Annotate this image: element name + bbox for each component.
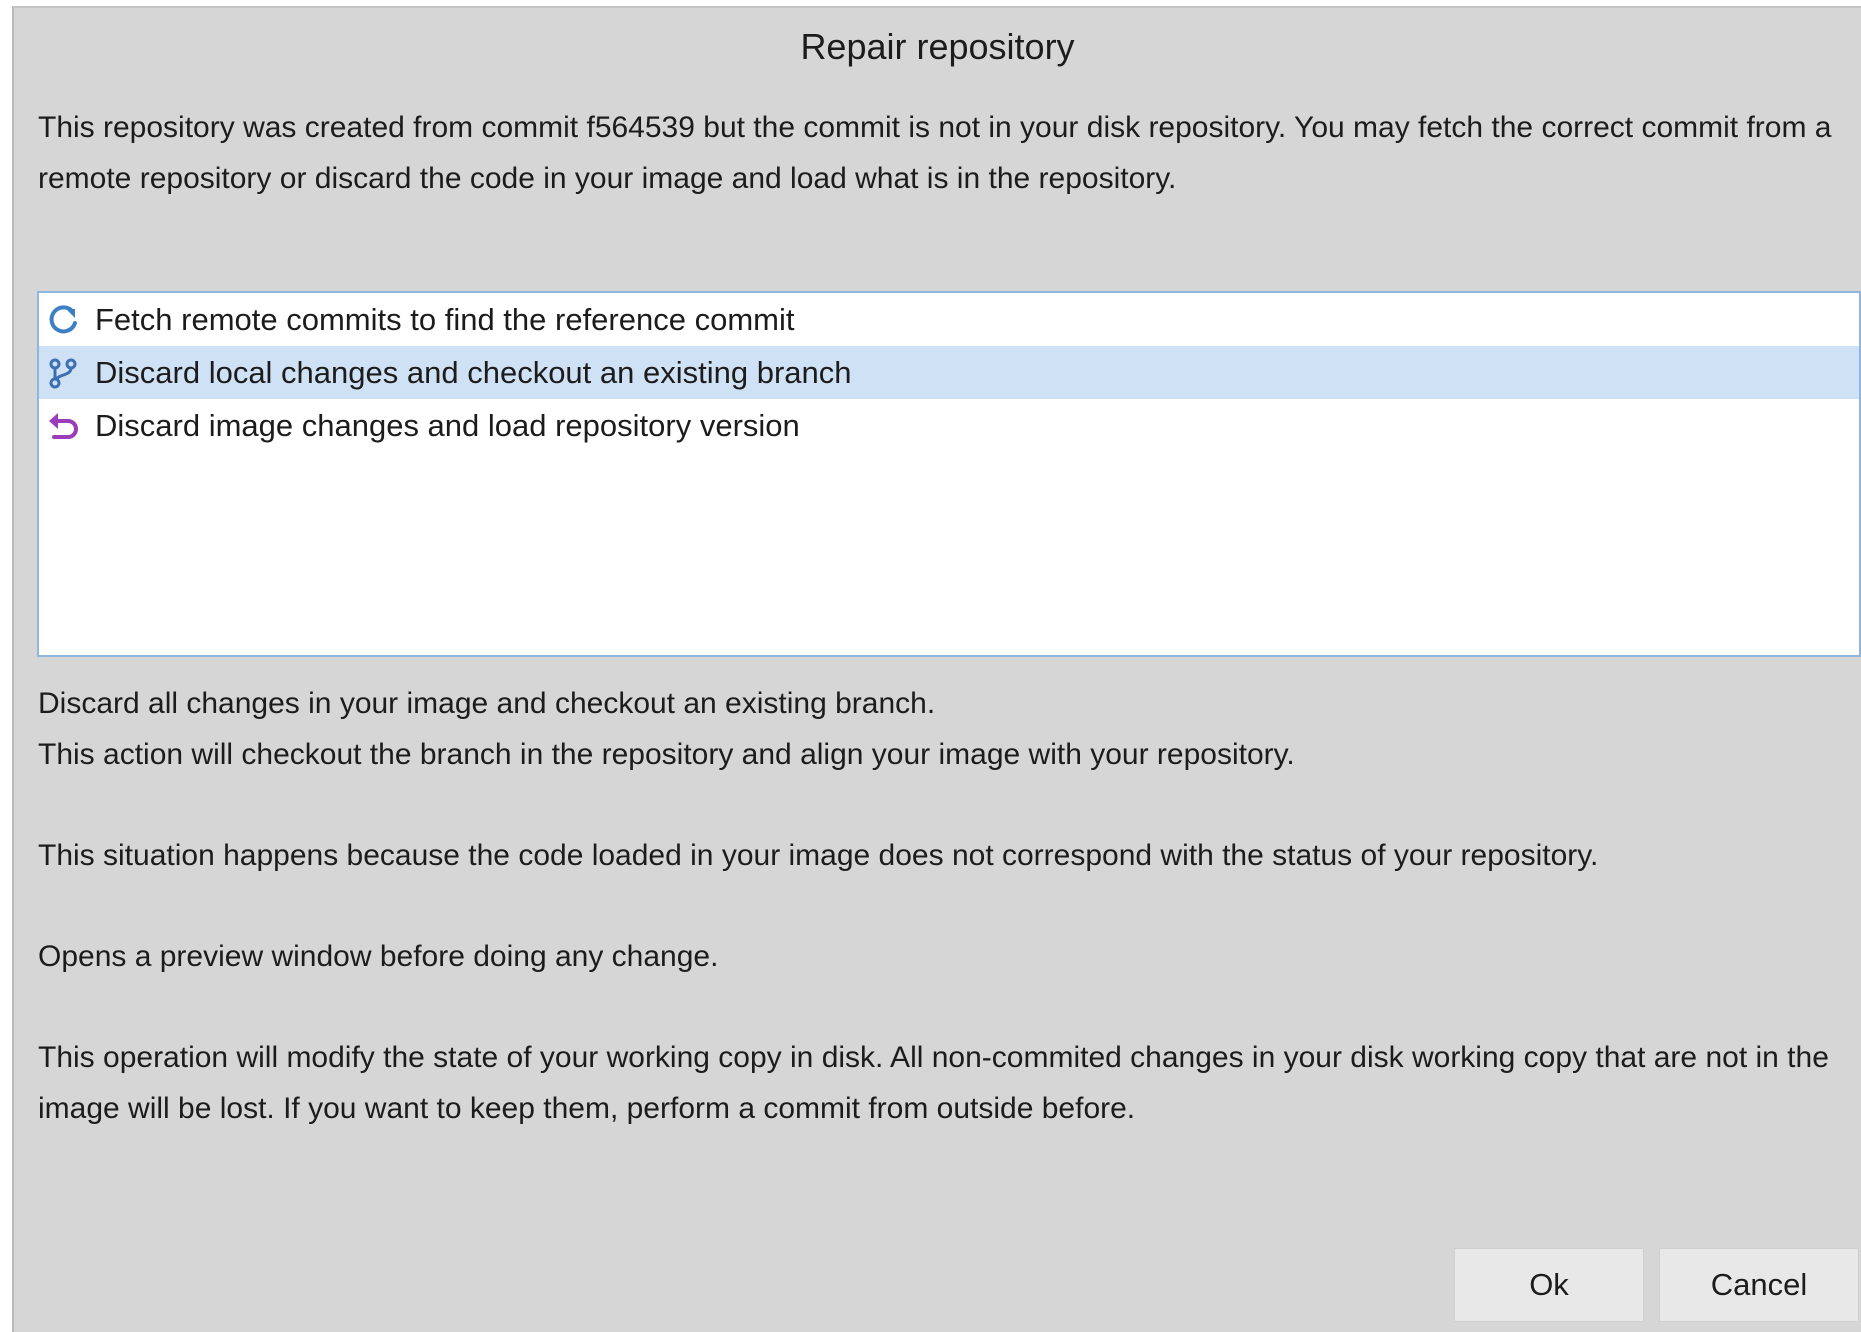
intro-text: This repository was created from commit … bbox=[38, 111, 1832, 195]
option-description: Discard all changes in your image and ch… bbox=[38, 678, 1838, 1134]
description-line: This action will checkout the branch in … bbox=[38, 738, 1295, 771]
description-line: Opens a preview window before doing any … bbox=[38, 940, 719, 973]
cancel-button[interactable]: Cancel bbox=[1659, 1248, 1859, 1322]
option-load-repository-version[interactable]: Discard image changes and load repositor… bbox=[39, 399, 1859, 452]
option-label: Discard image changes and load repositor… bbox=[95, 407, 800, 443]
option-checkout-branch[interactable]: Discard local changes and checkout an ex… bbox=[39, 346, 1859, 399]
branch-icon bbox=[43, 353, 83, 393]
repair-repository-dialog: Repair repository This repository was cr… bbox=[12, 6, 1861, 1332]
option-label: Fetch remote commits to find the referen… bbox=[95, 301, 795, 337]
option-label: Discard local changes and checkout an ex… bbox=[95, 354, 852, 390]
options-list[interactable]: Fetch remote commits to find the referen… bbox=[37, 291, 1861, 657]
option-fetch-remote[interactable]: Fetch remote commits to find the referen… bbox=[39, 293, 1859, 346]
ok-button[interactable]: Ok bbox=[1454, 1248, 1644, 1322]
undo-arrow-icon bbox=[43, 406, 83, 446]
description-line: Discard all changes in your image and ch… bbox=[38, 687, 936, 720]
description-line: This operation will modify the state of … bbox=[38, 1041, 1829, 1125]
dialog-title: Repair repository bbox=[800, 26, 1075, 67]
refresh-icon bbox=[43, 300, 83, 340]
description-line: This situation happens because the code … bbox=[38, 839, 1599, 872]
